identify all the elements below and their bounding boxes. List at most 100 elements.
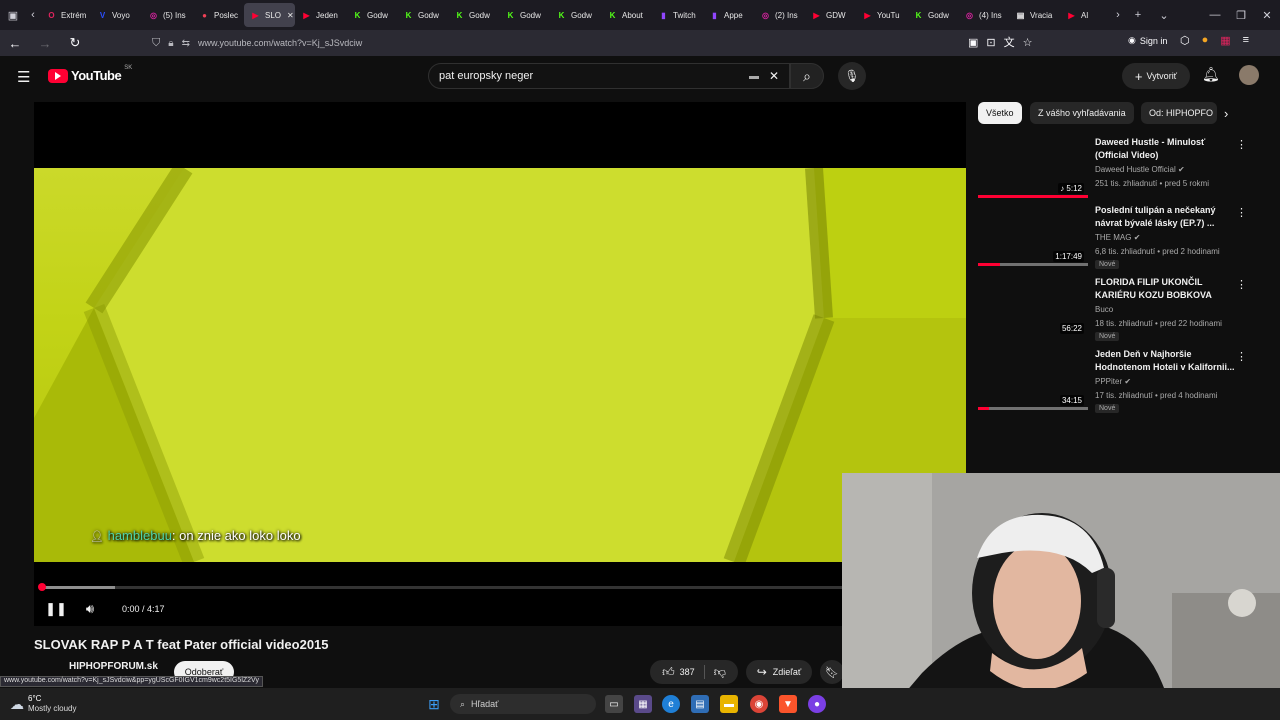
more-options-icon[interactable]: ⋮ [1236, 138, 1247, 151]
recommendation-card[interactable]: 34:15 Jeden Deň v Najhoršie Hodnotenom Ho… [978, 348, 1268, 418]
browser-tab[interactable]: O Extrém [40, 3, 91, 27]
search-button[interactable]: ⌕ [790, 63, 824, 89]
recommendation-title[interactable]: Jeden Deň v Najhoršie Hodnotenom Hoteli … [1095, 348, 1235, 374]
share-button[interactable]: ↪ Zdieľať [746, 660, 812, 684]
back-icon[interactable]: ← [0, 30, 30, 56]
volume-icon[interactable]: 🔊︎ [76, 601, 104, 617]
lock-icon[interactable]: 🔒︎ [168, 38, 173, 49]
file-explorer-icon[interactable]: ▬ [720, 695, 738, 713]
recommendation-card[interactable]: 1:17:49 Poslední tulipán a nečekaný návra… [978, 204, 1268, 274]
url-text[interactable]: www.youtube.com/watch?v=Kj_sJSvdciw [198, 38, 362, 48]
browser-tab[interactable]: K Godw [499, 3, 550, 27]
browser-tab[interactable]: ▮ Twitch [652, 3, 703, 27]
tab-list-icon[interactable]: ▣ [0, 2, 26, 28]
browser-tab[interactable]: ▶ YouTu [856, 3, 907, 27]
close-window-icon[interactable]: ✕ [1254, 2, 1280, 28]
channel-name[interactable]: HIPHOPFORUM.sk [69, 661, 158, 672]
vpn-icon[interactable]: ● [1202, 34, 1209, 47]
chip-all[interactable]: Všetko [978, 102, 1022, 124]
tab-scroll-right-icon[interactable]: › [1111, 2, 1125, 28]
sign-in-button[interactable]: ◉ Sign in [1128, 35, 1167, 46]
browser-tab[interactable]: ● Poslec [193, 3, 244, 27]
windows-start-icon[interactable]: ⊞ [425, 695, 443, 713]
extensions-icon[interactable]: ⬡ [1180, 34, 1190, 47]
browser-tab[interactable]: V Voyo [91, 3, 142, 27]
more-options-icon[interactable]: ⋮ [1236, 278, 1247, 291]
browser-tab[interactable]: ▶ SLO ✕ [244, 3, 295, 27]
recommendation-thumbnail[interactable]: 1:17:49 [978, 204, 1088, 266]
recommendation-title[interactable]: Daweed Hustle - Minulosť (Official Video… [1095, 136, 1235, 162]
browser-tab[interactable]: ▤ Vracia [1009, 3, 1060, 27]
voice-search-button[interactable]: 🎙︎ [838, 62, 866, 90]
recommendation-thumbnail[interactable]: 34:15 [978, 348, 1088, 410]
address-bar[interactable]: ⛉ 🔒︎ ⇆ www.youtube.com/watch?v=Kj_sJSvdc… [152, 33, 1042, 53]
search-input[interactable]: pat europsky neger ▬ ✕ [428, 63, 790, 89]
more-options-icon[interactable]: ⋮ [1236, 350, 1247, 363]
recommendation-card[interactable]: ♪ 5:12 Daweed Hustle - Minulosť (Official… [978, 136, 1268, 206]
forward-icon[interactable]: → [30, 30, 60, 56]
task-view-icon[interactable]: ▭ [605, 695, 623, 713]
like-button[interactable]: 👍︎ 387 [662, 665, 695, 680]
chip-from-channel[interactable]: Od: HIPHOPFO [1141, 102, 1217, 124]
edge-icon[interactable]: e [662, 695, 680, 713]
recommendation-channel[interactable]: Buco [1095, 305, 1113, 314]
chips-next-icon[interactable]: › [1224, 106, 1228, 121]
pause-icon[interactable]: ❚❚ [36, 601, 76, 617]
browser-tab[interactable]: ▶ GDW [805, 3, 856, 27]
recommendation-card[interactable]: 56:22 FLORIDA FILIP UKONČIL KARIÉRU KOZU … [978, 276, 1268, 346]
avatar[interactable] [1239, 65, 1259, 85]
scrubber-handle[interactable] [38, 583, 46, 591]
youtube-logo[interactable]: YouTube SK [48, 65, 132, 83]
browser-tab[interactable]: K Godw [907, 3, 958, 27]
browser-tab[interactable]: ◎ (5) Ins [142, 3, 193, 27]
browser-tab[interactable]: ◎ (4) Ins [958, 3, 1009, 27]
taskbar-search[interactable]: ⌕ Hľadať [450, 694, 596, 714]
hamburger-menu-icon[interactable]: ☰ [17, 68, 30, 86]
chip-from-search[interactable]: Z vášho vyhľadávania [1030, 102, 1134, 124]
app-icon[interactable]: ▤ [691, 695, 709, 713]
browser-tab[interactable]: ◎ (2) Ins [754, 3, 805, 27]
browser-tab[interactable]: ▶ Al [1060, 3, 1111, 27]
shield-badge-icon[interactable]: ▦ [1220, 34, 1230, 47]
create-button[interactable]: + Vytvoriť [1122, 63, 1190, 89]
store-icon[interactable]: ▦ [634, 695, 652, 713]
translate-icon[interactable]: 文 [1004, 34, 1015, 50]
save-button[interactable]: 🔖︎ [820, 660, 844, 684]
browser-tab[interactable]: K About [601, 3, 652, 27]
chrome-icon[interactable]: ◉ [750, 695, 768, 713]
picture-icon[interactable]: ▣ [968, 36, 978, 49]
browser-tab[interactable]: ▮ Appe [703, 3, 754, 27]
clear-search-icon[interactable]: ✕ [769, 69, 779, 83]
minimize-icon[interactable]: — [1202, 2, 1228, 28]
brave-icon[interactable]: ▼ [779, 695, 797, 713]
recommendation-channel[interactable]: Daweed Hustle Official ✔ [1095, 165, 1185, 174]
bookmark-star-icon[interactable]: ☆ [1023, 36, 1033, 49]
menu-icon[interactable]: ≡ [1243, 34, 1249, 47]
browser-tab[interactable]: K Godw [346, 3, 397, 27]
keyboard-icon[interactable]: ▬ [749, 71, 759, 82]
video-player[interactable]: 👤︎ hamblebuu: on znie ako loko loko ❚❚ 🔊… [34, 102, 966, 626]
permissions-icon[interactable]: ⇆ [182, 38, 190, 49]
video-progress-bar[interactable] [38, 583, 960, 591]
recommendation-channel[interactable]: PPPiter ✔ [1095, 377, 1131, 386]
firefox-icon[interactable]: ● [808, 695, 826, 713]
recommendation-thumbnail[interactable]: 56:22 [978, 276, 1088, 338]
reload-icon[interactable]: ↻ [60, 30, 90, 56]
thumbs-down-icon[interactable]: 👎︎ [714, 665, 726, 680]
weather-widget[interactable]: ☁ 6°C Mostly cloudy [10, 694, 76, 714]
recommendation-title[interactable]: Poslední tulipán a nečekaný návrat býval… [1095, 204, 1235, 230]
notifications-bell-icon[interactable]: 🔔︎ [1202, 66, 1220, 83]
browser-tab[interactable]: ▶ Jeden [295, 3, 346, 27]
maximize-icon[interactable]: ❐ [1228, 2, 1254, 28]
more-options-icon[interactable]: ⋮ [1236, 206, 1247, 219]
close-tab-icon[interactable]: ✕ [287, 11, 294, 20]
recommendation-thumbnail[interactable]: ♪ 5:12 [978, 136, 1088, 198]
tab-overflow-icon[interactable]: ⌄ [1151, 2, 1177, 28]
recommendation-channel[interactable]: THE MAG ✔ [1095, 233, 1140, 242]
browser-tab[interactable]: K Godw [448, 3, 499, 27]
new-tab-icon[interactable]: + [1125, 2, 1151, 28]
save-page-icon[interactable]: ⊡ [986, 36, 995, 49]
browser-tab[interactable]: K Godw [397, 3, 448, 27]
shield-icon[interactable]: ⛉ [152, 37, 160, 50]
browser-tab[interactable]: K Godw [550, 3, 601, 27]
